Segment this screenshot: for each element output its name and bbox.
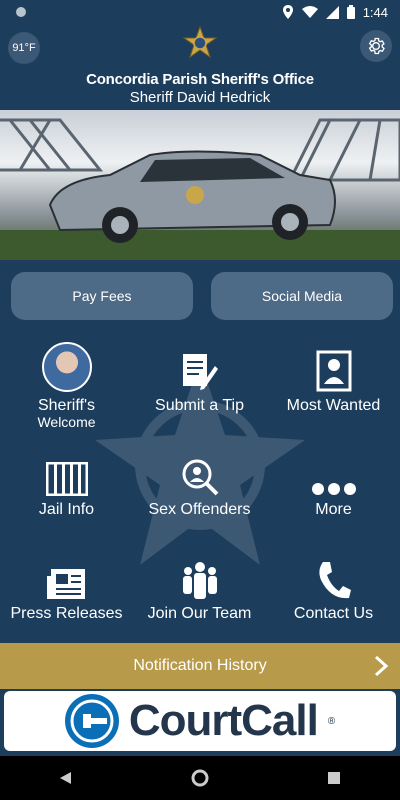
tile-label: Sex Offenders: [148, 501, 251, 518]
courtcall-brand-text: CourtCall: [128, 696, 319, 745]
tile-most-wanted[interactable]: Most Wanted: [267, 336, 400, 414]
notification-history-button[interactable]: Notification History: [0, 643, 400, 689]
tile-label: Press Releases: [10, 605, 123, 622]
tile-press-releases[interactable]: Press Releases: [0, 544, 133, 622]
tile-label: More: [315, 501, 352, 518]
wanted-person-icon: [316, 350, 351, 392]
social-media-button[interactable]: Social Media: [211, 272, 393, 320]
registered-mark: ®: [327, 715, 336, 727]
notification-history-label: Notification History: [133, 657, 267, 674]
status-right: 1:44: [282, 5, 388, 20]
pay-fees-button[interactable]: Pay Fees: [11, 272, 193, 320]
page-title: Concordia Parish Sheriff's Office: [86, 71, 314, 88]
tile-label: Contact Us: [293, 605, 374, 622]
tile-jail-info[interactable]: Jail Info: [0, 440, 133, 518]
chevron-right-icon: [374, 655, 388, 677]
tile-submit-tip[interactable]: Submit a Tip: [133, 336, 266, 414]
phone-icon: [318, 562, 351, 599]
weather-badge[interactable]: 91°F: [8, 32, 40, 64]
status-time: 1:44: [362, 4, 388, 20]
tile-label: Submit a Tip: [155, 397, 244, 414]
tile-label: Jail Info: [38, 501, 95, 518]
tile-label-line1: Sheriff's: [37, 397, 95, 414]
magnifier-person-icon: [182, 459, 218, 496]
tile-label-line2: Welcome: [37, 414, 96, 430]
sheriff-star-badge-icon: [183, 26, 217, 59]
back-icon[interactable]: [59, 771, 73, 785]
sheriff-avatar: [41, 342, 92, 392]
jail-bars-icon: [45, 462, 88, 496]
action-buttons: Pay Fees Social Media: [11, 272, 393, 320]
newspaper-icon: [46, 569, 85, 599]
recents-icon[interactable]: [327, 771, 341, 785]
tile-sex-offenders[interactable]: Sex Offenders: [133, 440, 266, 518]
status-bar: 1:44: [0, 0, 400, 24]
tile-label: Most Wanted: [286, 397, 381, 414]
signal-icon: [325, 5, 339, 19]
courtcall-logo-icon: [64, 694, 119, 748]
page-subtitle: Sheriff David Hedrick: [129, 89, 271, 106]
tile-sheriffs-welcome[interactable]: Sheriff's Welcome: [0, 336, 133, 430]
hero-image: [0, 110, 400, 260]
wifi-icon: [301, 6, 318, 18]
group-people-icon: [182, 562, 217, 599]
location-icon: [282, 5, 293, 19]
system-nav-bar: [0, 756, 400, 800]
battery-icon: [346, 5, 355, 19]
tile-contact-us[interactable]: Contact Us: [267, 544, 400, 622]
document-pen-icon: [182, 354, 218, 390]
more-dots-icon: [311, 483, 356, 495]
notification-dot-icon: [16, 7, 26, 17]
tile-more[interactable]: More: [267, 440, 400, 518]
hero-vehicle-illustration: [0, 118, 400, 260]
settings-button[interactable]: [360, 30, 392, 62]
tile-join-our-team[interactable]: Join Our Team: [133, 544, 266, 622]
home-icon[interactable]: [191, 769, 209, 787]
app-header: 91°F Concordia Parish Sheriff's Office S…: [0, 24, 400, 110]
settings-gear-icon: [368, 37, 385, 55]
courtcall-ad-banner[interactable]: CourtCall ®: [4, 691, 396, 751]
tile-label: Join Our Team: [147, 605, 252, 622]
